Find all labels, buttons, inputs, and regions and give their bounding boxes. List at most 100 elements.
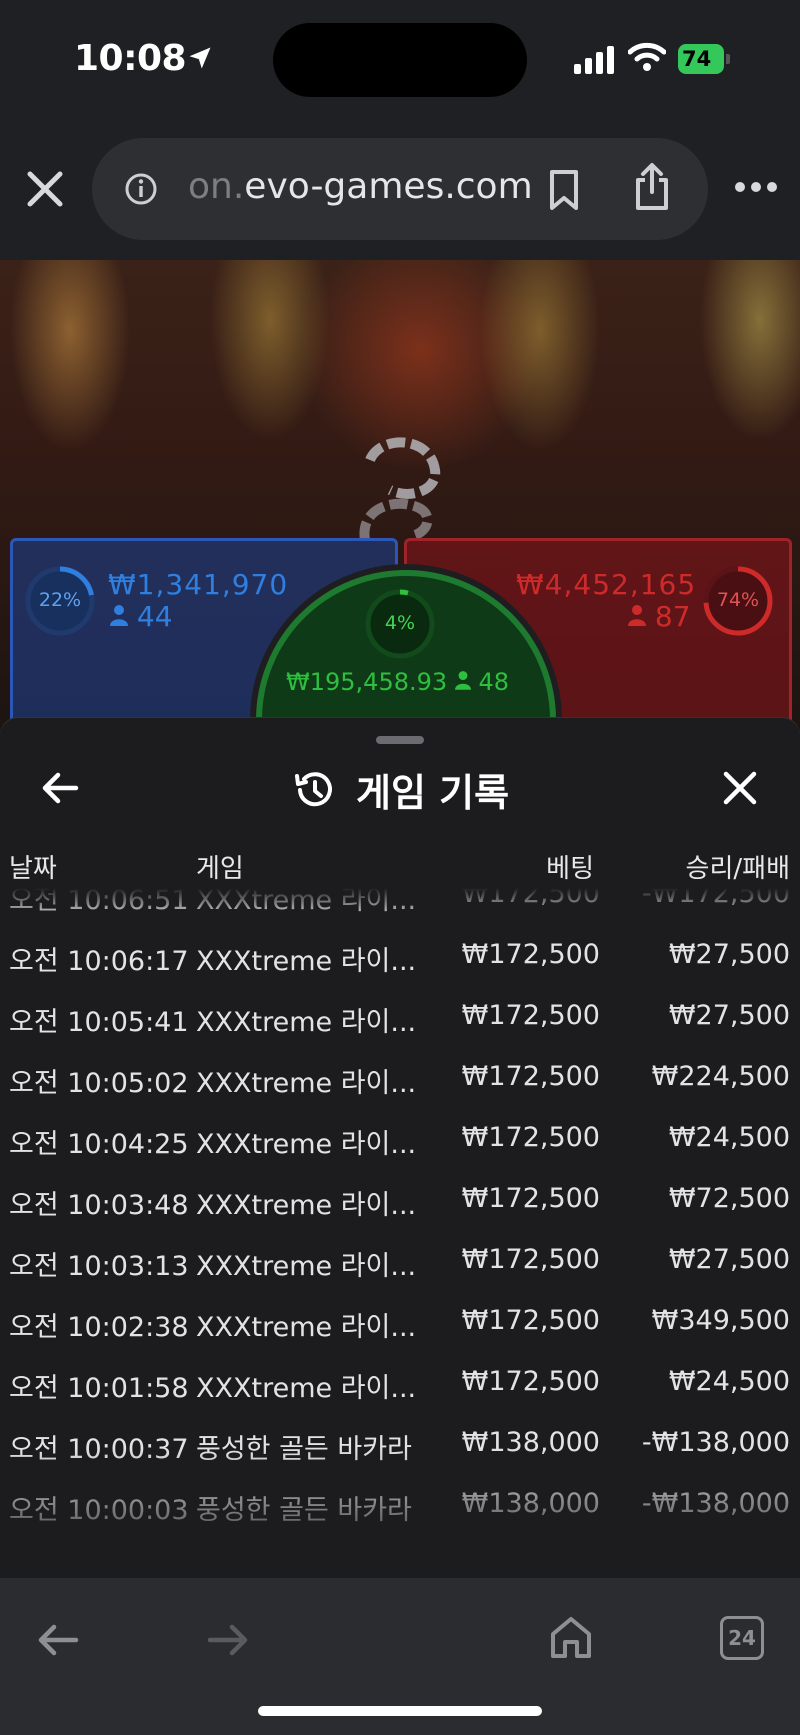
history-row[interactable]: 오전 10:02:38 XXXtreme 라이... ₩172,500 ₩349,50… (0, 1291, 800, 1352)
forward-arrow-icon[interactable] (206, 1622, 250, 1658)
row-game: XXXtreme 라이... (196, 888, 417, 916)
close-icon[interactable] (720, 768, 760, 808)
history-row[interactable]: 오전 10:05:41 XXXtreme 라이... ₩172,500 ₩27,500 (0, 986, 800, 1047)
history-row[interactable]: 오전 10:06:17 XXXtreme 라이... ₩172,500 ₩27,500 (0, 925, 800, 986)
history-row[interactable]: 오전 10:03:13 XXXtreme 라이... ₩172,500 ₩27,500 (0, 1230, 800, 1291)
drag-handle[interactable] (376, 736, 424, 744)
row-result: ₩24,500 (668, 1366, 790, 1397)
row-game: XXXtreme 라이... (196, 1068, 417, 1099)
history-row[interactable]: 오전 10:04:25 XXXtreme 라이... ₩172,500 ₩24,500 (0, 1108, 800, 1169)
player-count: 44 (110, 600, 173, 633)
row-time: 오전 10:06:51 (9, 888, 189, 916)
row-game: XXXtreme 라이... (196, 1251, 417, 1282)
close-icon[interactable] (24, 168, 66, 210)
row-time: 오전 10:00:37 (9, 1434, 189, 1465)
row-result: ₩27,500 (668, 939, 790, 970)
share-icon[interactable] (632, 162, 672, 212)
banker-percent-ring: 74% (702, 565, 774, 637)
cellular-signal-icon (574, 46, 614, 74)
row-bet: ₩172,500 (461, 1061, 600, 1092)
history-row[interactable]: 오전 10:00:37 풍성한 골든 바카라 ₩138,000 -₩138,000 (0, 1413, 800, 1474)
row-time: 오전 10:03:48 (9, 1190, 189, 1221)
row-bet: ₩138,000 (461, 1488, 600, 1519)
tie-total-amount: ₩195,458.93 (286, 668, 448, 696)
banker-percent: 74% (716, 589, 760, 611)
bookmark-icon[interactable] (544, 168, 584, 212)
header-game: 게임 (196, 854, 244, 884)
row-time: 오전 10:04:25 (9, 1129, 189, 1160)
back-arrow-icon[interactable] (38, 766, 82, 810)
back-arrow-icon[interactable] (36, 1622, 80, 1658)
row-game: XXXtreme 라이... (196, 1373, 417, 1404)
battery-cap (726, 54, 730, 64)
info-icon[interactable] (124, 172, 158, 206)
header-date: 날짜 (9, 854, 57, 884)
row-time: 오전 10:06:17 (9, 946, 189, 977)
row-game: XXXtreme 라이... (196, 1007, 417, 1038)
history-row[interactable]: 오전 10:00:03 풍성한 골든 바카라 ₩138,000 -₩138,000 (0, 1474, 800, 1535)
clock: 10:08 (74, 38, 187, 79)
row-result: -₩138,000 (641, 1427, 790, 1458)
history-row[interactable]: 오전 10:05:02 XXXtreme 라이... ₩172,500 ₩224,50… (0, 1047, 800, 1108)
home-indicator[interactable] (258, 1706, 542, 1716)
row-time: 오전 10:01:58 (9, 1373, 189, 1404)
row-game: XXXtreme 라이... (196, 946, 417, 977)
history-row[interactable]: 오전 10:06:51 XXXtreme 라이... ₩172,500 -₩172,5… (0, 888, 800, 925)
browser-address-bar: on.evo-games.com (0, 120, 800, 260)
player-percent: 22% (38, 589, 82, 611)
banker-total-amount: ₩4,452,165 (516, 568, 697, 601)
banker-count: 87 (628, 600, 691, 633)
tie-percent-ring: 4% (364, 588, 436, 660)
row-result: ₩349,500 (651, 1305, 790, 1336)
row-result: ₩27,500 (668, 1000, 790, 1031)
user-icon (454, 671, 471, 690)
row-bet: ₩172,500 (461, 1244, 600, 1275)
wifi-icon (628, 42, 666, 71)
url-faded-part: on. (188, 166, 245, 207)
game-history-sheet: 게임 기록 날짜 게임 베팅 승리/패배 오전 10:06:51 XXXtreme… (0, 718, 800, 1578)
tie-count-value: 48 (478, 668, 509, 696)
row-result: -₩172,500 (641, 888, 790, 909)
row-bet: ₩138,000 (461, 1427, 600, 1458)
row-result: ₩72,500 (668, 1183, 790, 1214)
history-row[interactable]: 오전 10:01:58 XXXtreme 라이... ₩172,500 ₩24,500 (0, 1352, 800, 1413)
tabs-button[interactable]: 24 (720, 1616, 764, 1660)
location-arrow-icon (189, 47, 211, 69)
row-bet: ₩172,500 (461, 1000, 600, 1031)
row-game: 풍성한 골든 바카라 (196, 1495, 412, 1526)
url-domain: evo-games.com (244, 166, 533, 207)
row-result: -₩138,000 (641, 1488, 790, 1519)
sheet-title: 게임 기록 (356, 771, 510, 815)
row-game: 풍성한 골든 바카라 (196, 1434, 412, 1465)
home-icon[interactable] (548, 1614, 594, 1660)
row-bet: ₩172,500 (461, 1183, 600, 1214)
more-icon[interactable] (734, 180, 778, 194)
url-field[interactable]: on.evo-games.com (92, 138, 708, 240)
history-table-body[interactable]: 오전 10:06:51 XXXtreme 라이... ₩172,500 -₩172,5… (0, 888, 800, 1568)
history-table-header: 날짜 게임 베팅 승리/패배 (0, 848, 800, 888)
row-game: XXXtreme 라이... (196, 1190, 417, 1221)
tie-total: ₩195,458.93 48 (286, 668, 509, 696)
row-bet: ₩172,500 (461, 1366, 600, 1397)
row-bet: ₩172,500 (461, 1122, 600, 1153)
dynamic-island (273, 23, 527, 97)
url-text: on.evo-games.com (188, 166, 533, 207)
game-view[interactable]: 22% ₩1,341,970 44 74% ₩4,452,165 87 4% ₩… (0, 260, 800, 730)
row-time: 오전 10:00:03 (9, 1495, 189, 1526)
history-icon (295, 772, 332, 807)
header-bet: 베팅 (546, 854, 594, 884)
row-time: 오전 10:02:38 (9, 1312, 189, 1343)
game-logo-icon (359, 437, 441, 541)
header-result: 승리/패배 (685, 854, 790, 884)
row-bet: ₩172,500 (461, 1305, 600, 1336)
row-game: XXXtreme 라이... (196, 1312, 417, 1343)
tie-percent: 4% (384, 612, 416, 634)
browser-toolbar: 24 (0, 1578, 800, 1735)
row-bet: ₩172,500 (461, 888, 600, 909)
battery-indicator: 74 (678, 44, 730, 74)
row-result: ₩27,500 (668, 1244, 790, 1275)
row-game: XXXtreme 라이... (196, 1129, 417, 1160)
banker-count-value: 87 (654, 600, 691, 633)
row-result: ₩224,500 (651, 1061, 790, 1092)
history-row[interactable]: 오전 10:03:48 XXXtreme 라이... ₩172,500 ₩72,500 (0, 1169, 800, 1230)
